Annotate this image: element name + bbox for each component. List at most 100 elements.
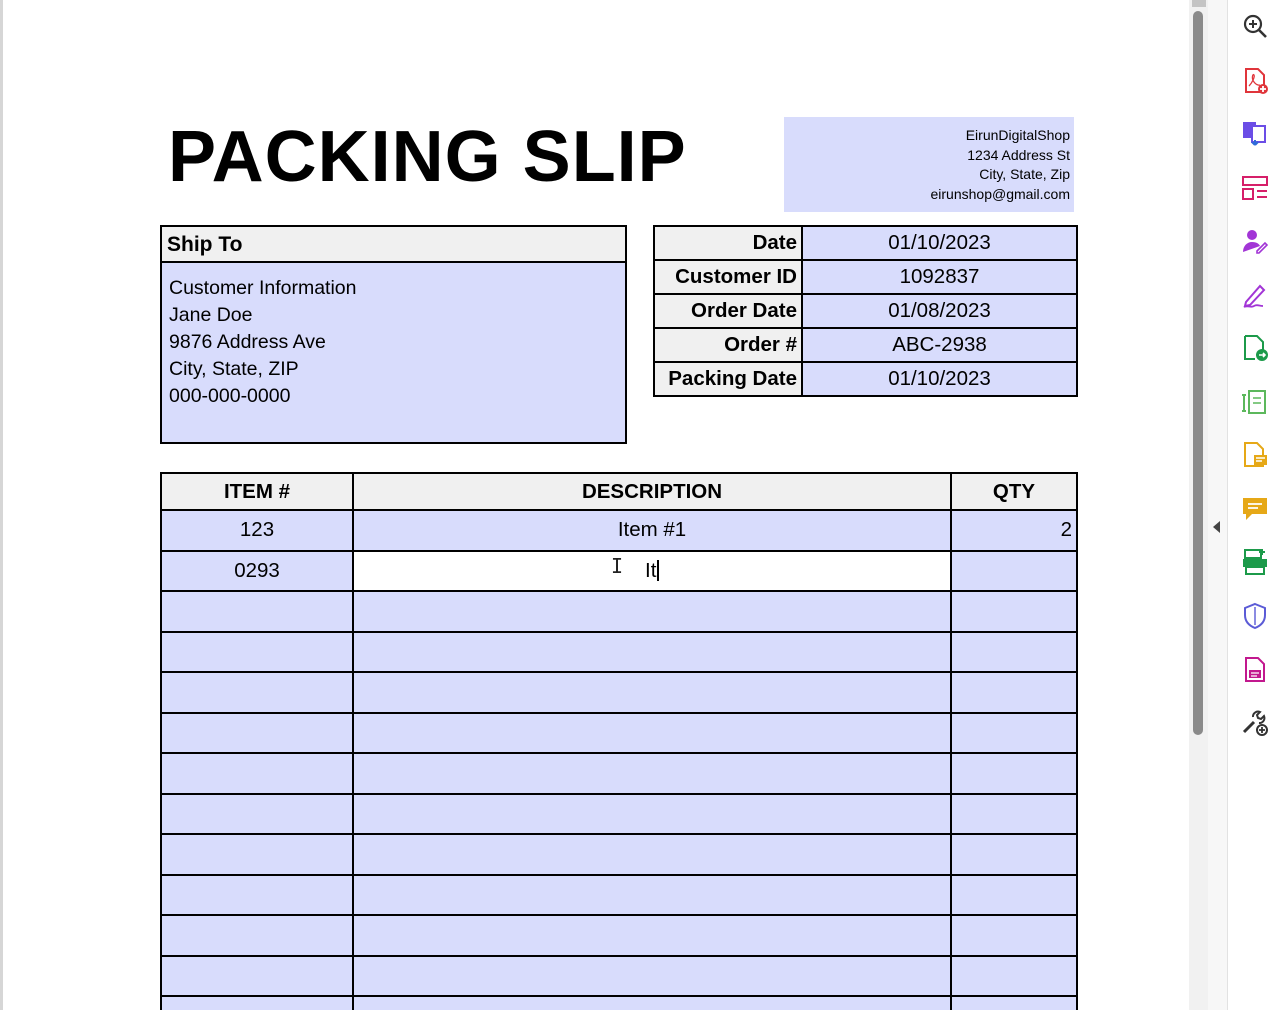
- document-title: PACKING SLIP: [168, 117, 687, 197]
- info-label-date: Date: [653, 225, 803, 261]
- description-field[interactable]: [352, 995, 952, 1010]
- create-pdf-icon[interactable]: [1240, 66, 1270, 96]
- scrollbar-thumb[interactable]: [1193, 11, 1203, 735]
- ship-to-line: City, State, ZIP: [169, 358, 299, 380]
- qty-field[interactable]: 2: [950, 509, 1078, 552]
- ship-to-header: Ship To: [162, 227, 625, 263]
- info-row: Date 01/10/2023: [653, 225, 1078, 261]
- description-field[interactable]: [352, 954, 952, 997]
- organize-pages-icon[interactable]: [1240, 173, 1270, 203]
- item-number-field[interactable]: [160, 995, 354, 1010]
- send-for-review-icon[interactable]: [1240, 440, 1270, 470]
- shop-name: EirunDigitalShop: [965, 127, 1070, 143]
- order-info-table: Date 01/10/2023 Customer ID 1092837 Orde…: [653, 225, 1078, 397]
- table-row: [160, 914, 1078, 957]
- tool-panel-toggle[interactable]: [1208, 0, 1228, 1010]
- description-field[interactable]: [352, 711, 952, 754]
- export-pdf-icon[interactable]: [1240, 333, 1270, 363]
- info-value-order-number[interactable]: ABC-2938: [801, 327, 1078, 363]
- description-field[interactable]: [352, 671, 952, 714]
- edit-pdf-icon[interactable]: [1240, 387, 1270, 417]
- table-row: [160, 954, 1078, 997]
- qty-field[interactable]: [950, 792, 1078, 835]
- item-number-field[interactable]: [160, 914, 354, 957]
- comment-icon[interactable]: [1240, 494, 1270, 524]
- text-cursor-icon: I: [611, 554, 624, 578]
- column-header-qty: QTY: [950, 472, 1078, 511]
- fill-sign-icon[interactable]: [1240, 280, 1270, 310]
- item-number-field[interactable]: [160, 671, 354, 714]
- description-field[interactable]: [352, 752, 952, 795]
- table-row: [160, 630, 1078, 673]
- qty-field[interactable]: [950, 954, 1078, 997]
- qty-field[interactable]: [950, 630, 1078, 673]
- ship-to-line: Customer Information: [169, 277, 357, 299]
- ship-to-box: Ship To Customer Information Jane Doe 98…: [160, 225, 627, 444]
- description-field[interactable]: [352, 833, 952, 876]
- qty-field[interactable]: [950, 711, 1078, 754]
- item-number-field[interactable]: 0293: [160, 549, 354, 592]
- table-row: 123 Item #1 2: [160, 509, 1078, 552]
- qty-field[interactable]: [950, 590, 1078, 633]
- ship-to-field[interactable]: Customer Information Jane Doe 9876 Addre…: [162, 263, 625, 410]
- info-value-customer-id[interactable]: 1092837: [801, 259, 1078, 295]
- item-number-field[interactable]: [160, 792, 354, 835]
- shop-address: 1234 Address St: [967, 146, 1070, 163]
- item-number-field[interactable]: [160, 752, 354, 795]
- description-field[interactable]: [352, 873, 952, 916]
- scroll-up-button[interactable]: [1192, 0, 1206, 7]
- description-field[interactable]: [352, 914, 952, 957]
- description-field-active[interactable]: It: [352, 549, 952, 592]
- description-field[interactable]: Item #1: [352, 509, 952, 552]
- qty-field[interactable]: [950, 752, 1078, 795]
- pdf-standards-icon[interactable]: [1240, 655, 1270, 685]
- qty-field[interactable]: [950, 914, 1078, 957]
- description-field[interactable]: [352, 630, 952, 673]
- table-row: [160, 711, 1078, 754]
- request-signatures-icon[interactable]: [1240, 226, 1270, 256]
- qty-field[interactable]: [950, 549, 1078, 592]
- info-row: Customer ID 1092837: [653, 259, 1078, 295]
- info-label-order-date: Order Date: [653, 293, 803, 329]
- page-edge: [0, 0, 3, 1010]
- item-number-field[interactable]: [160, 711, 354, 754]
- scan-ocr-icon[interactable]: [1240, 547, 1270, 577]
- more-tools-icon[interactable]: [1240, 708, 1270, 738]
- zoom-in-icon[interactable]: [1240, 11, 1270, 41]
- document-page: PACKING SLIP EirunDigitalShop 1234 Addre…: [0, 0, 1189, 1010]
- description-field[interactable]: [352, 792, 952, 835]
- shop-info-box[interactable]: EirunDigitalShop 1234 Address St City, S…: [784, 117, 1074, 212]
- info-row: Order # ABC-2938: [653, 327, 1078, 363]
- item-number-field[interactable]: [160, 630, 354, 673]
- table-row: [160, 671, 1078, 714]
- combine-files-icon[interactable]: [1240, 119, 1270, 149]
- items-header-row: ITEM # DESCRIPTION QTY: [160, 472, 1078, 511]
- info-value-order-date[interactable]: 01/08/2023: [801, 293, 1078, 329]
- qty-field[interactable]: [950, 995, 1078, 1010]
- info-value-packing-date[interactable]: 01/10/2023: [801, 361, 1078, 397]
- table-row: [160, 590, 1078, 633]
- table-row: [160, 792, 1078, 835]
- ship-to-line: 000-000-0000: [169, 385, 291, 407]
- info-row: Order Date 01/08/2023: [653, 293, 1078, 329]
- table-row: [160, 995, 1078, 1010]
- column-header-item: ITEM #: [160, 472, 354, 511]
- info-value-date[interactable]: 01/10/2023: [801, 225, 1078, 261]
- text-caret: [657, 559, 659, 581]
- qty-field[interactable]: [950, 873, 1078, 916]
- item-number-field[interactable]: 123: [160, 509, 354, 552]
- qty-field[interactable]: [950, 833, 1078, 876]
- table-row: [160, 873, 1078, 916]
- info-row: Packing Date 01/10/2023: [653, 361, 1078, 397]
- item-number-field[interactable]: [160, 833, 354, 876]
- description-field[interactable]: [352, 590, 952, 633]
- qty-field[interactable]: [950, 671, 1078, 714]
- item-number-field[interactable]: [160, 954, 354, 997]
- table-row: [160, 752, 1078, 795]
- item-number-field[interactable]: [160, 873, 354, 916]
- shop-email: eirunshop@gmail.com: [930, 185, 1071, 202]
- collapse-arrow-icon[interactable]: [1213, 521, 1220, 533]
- protect-icon[interactable]: [1240, 601, 1270, 631]
- item-number-field[interactable]: [160, 590, 354, 633]
- column-header-description: DESCRIPTION: [352, 472, 952, 511]
